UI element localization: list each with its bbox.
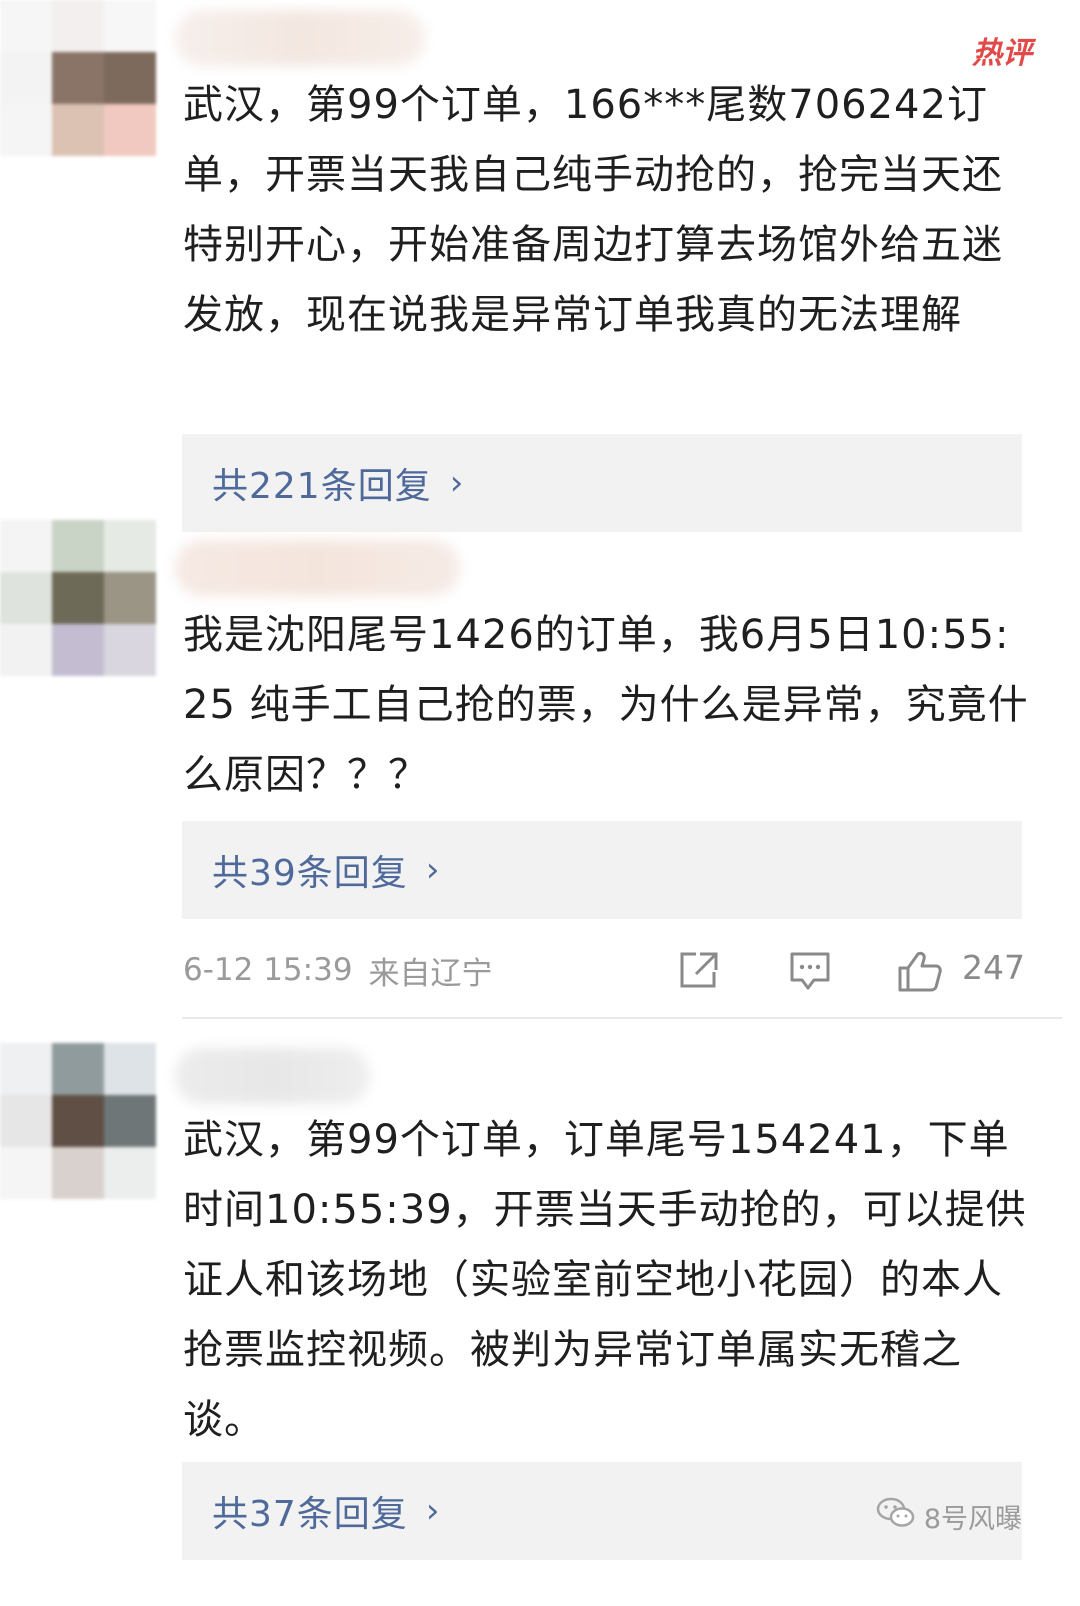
hot-comment-badge: 热评 [972, 36, 1032, 71]
avatar[interactable] [0, 520, 156, 676]
username-blurred[interactable] [175, 1048, 370, 1104]
wechat-icon [876, 1496, 916, 1537]
comment-text: 武汉，第99个订单，166***尾数706242订单，开票当天我自己纯手动抢的，… [183, 82, 1003, 338]
share-icon[interactable] [678, 950, 720, 994]
reply-count-button[interactable]: 共221条回复 › [182, 434, 1022, 532]
watermark-text: 8号风曝 [923, 1504, 1022, 1535]
avatar[interactable] [0, 0, 156, 156]
timestamp: 6-12 15:39 [183, 952, 353, 988]
comment-text: 我是沈阳尾号1426的订单，我6月5日10:55:25 纯手工自己抢的票，为什么… [183, 612, 1029, 798]
username-blurred[interactable] [175, 540, 460, 596]
comment-icon[interactable] [788, 950, 832, 996]
username-blurred[interactable] [175, 10, 425, 66]
avatar[interactable] [0, 1043, 156, 1199]
comment-text: 武汉，第99个订单，订单尾号154241，下单时间10:55:39，开票当天手动… [183, 1117, 1027, 1443]
thumbs-up-icon[interactable] [896, 950, 944, 998]
reply-count-label: 共37条回复 [212, 1494, 408, 1535]
watermark: 8号风曝 [876, 1496, 1022, 1537]
chevron-right-icon: › [425, 850, 440, 890]
chevron-right-icon: › [425, 1491, 440, 1531]
like-count: 247 [962, 948, 1025, 987]
reply-count-label: 共221条回复 [212, 466, 432, 507]
divider [182, 1017, 1062, 1019]
reply-count-label: 共39条回复 [212, 853, 408, 894]
reply-count-button[interactable]: 共39条回复 › [182, 821, 1022, 919]
location-label: 来自辽宁 [368, 955, 493, 992]
chevron-right-icon: › [449, 463, 464, 503]
